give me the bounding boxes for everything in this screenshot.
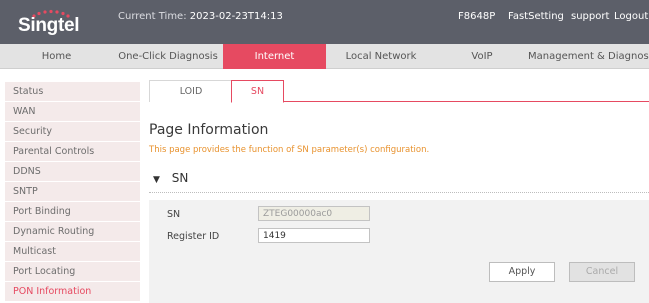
section-divider <box>149 192 649 193</box>
brand-name: Singtel <box>18 15 80 36</box>
sn-label: SN <box>167 209 181 220</box>
current-time-label: Current Time: <box>118 11 187 22</box>
main-nav: Home One-Click Diagnosis Internet Local … <box>0 44 649 69</box>
sub-tabs: LOID SN <box>149 80 649 103</box>
section-header-sn[interactable]: ▼ SN <box>153 171 188 189</box>
register-id-field[interactable] <box>258 228 370 243</box>
page-title: Page Information <box>149 122 269 138</box>
sn-config-panel: SN Register ID Apply Cancel <box>149 200 649 303</box>
apply-button[interactable]: Apply <box>489 262 555 282</box>
nav-tab-management-diagnosis[interactable]: Management & Diagnosis <box>528 44 649 69</box>
sidebar-item-port-binding[interactable]: Port Binding <box>5 202 140 222</box>
page-description: This page provides the function of SN pa… <box>149 145 430 155</box>
nav-tab-voip[interactable]: VoIP <box>436 44 528 69</box>
register-id-label: Register ID <box>167 231 220 242</box>
sidebar-item-multicast[interactable]: Multicast <box>5 242 140 262</box>
singtel-logo: Singtel <box>18 9 90 39</box>
fast-setting-link[interactable]: FastSetting <box>508 11 564 22</box>
sidebar-item-ddns[interactable]: DDNS <box>5 162 140 182</box>
logout-link[interactable]: Logout <box>614 11 648 22</box>
tab-loid[interactable]: LOID <box>149 80 233 102</box>
sidebar-item-port-locating[interactable]: Port Locating <box>5 262 140 282</box>
section-title: SN <box>171 171 189 185</box>
sidebar-item-wan[interactable]: WAN <box>5 102 140 122</box>
triangle-down-icon: ▼ <box>153 175 160 185</box>
nav-tab-one-click-diagnosis[interactable]: One-Click Diagnosis <box>113 44 223 69</box>
sidebar-item-pon-information[interactable]: PON Information <box>5 282 140 302</box>
nav-tab-internet[interactable]: Internet <box>223 44 326 69</box>
current-time: Current Time: 2023-02-23T14:13 <box>118 11 283 22</box>
cancel-button[interactable]: Cancel <box>569 262 635 282</box>
top-bar: Singtel Current Time: 2023-02-23T14:13 F… <box>0 0 649 44</box>
sidebar-item-sntp[interactable]: SNTP <box>5 182 140 202</box>
tab-sn[interactable]: SN <box>231 80 284 103</box>
current-time-value: 2023-02-23T14:13 <box>189 11 283 22</box>
sn-field[interactable] <box>258 206 370 221</box>
sidebar-item-security[interactable]: Security <box>5 122 140 142</box>
sidebar-item-dynamic-routing[interactable]: Dynamic Routing <box>5 222 140 242</box>
sidebar: Status WAN Security Parental Controls DD… <box>5 82 140 302</box>
nav-tab-local-network[interactable]: Local Network <box>326 44 436 69</box>
user-link[interactable]: support <box>571 11 609 22</box>
sidebar-item-parental-controls[interactable]: Parental Controls <box>5 142 140 162</box>
device-model-link[interactable]: F8648P <box>458 11 495 22</box>
nav-tab-home[interactable]: Home <box>0 44 113 69</box>
sidebar-item-status[interactable]: Status <box>5 82 140 102</box>
